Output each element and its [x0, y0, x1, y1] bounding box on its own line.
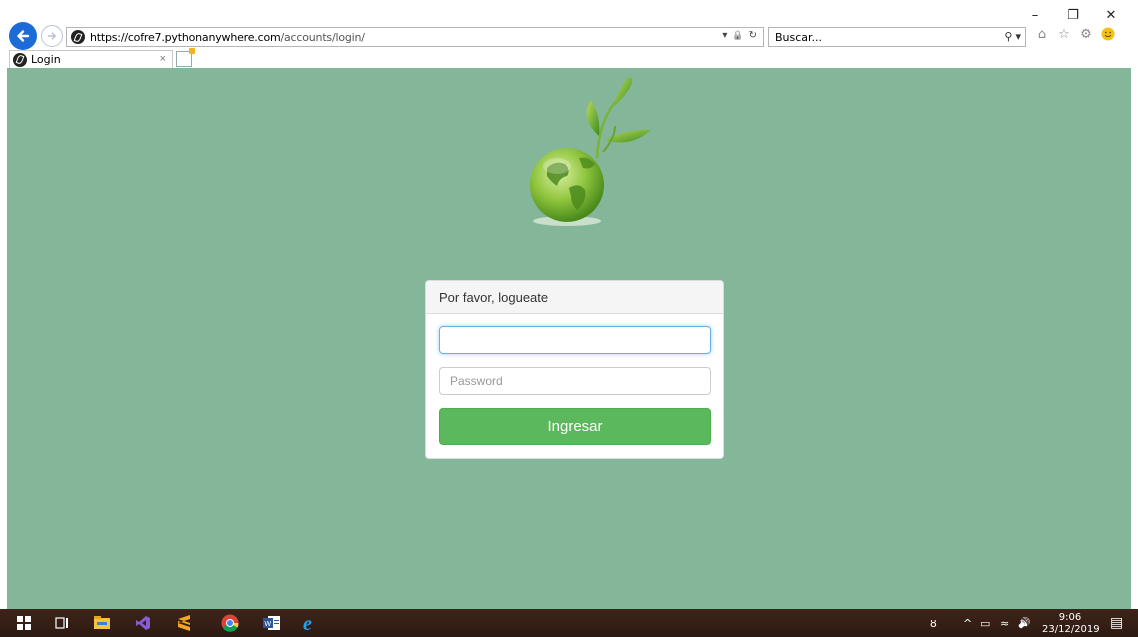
url-domain: https://cofre7.pythonanywhere.com	[90, 30, 281, 44]
address-dropdown-icon[interactable]: ▾	[722, 30, 727, 41]
url-path: /accounts/login/	[280, 30, 365, 44]
page-content: Por favor, logueate Ingresar	[7, 68, 1131, 609]
svg-text:W: W	[265, 621, 272, 628]
notifications-icon[interactable]: ▤	[1110, 609, 1123, 637]
search-tools: ⚲ ▾	[1004, 30, 1021, 43]
login-heading: Por favor, logueate	[426, 281, 723, 314]
login-panel: Por favor, logueate Ingresar	[425, 280, 724, 459]
task-view-icon[interactable]	[52, 613, 72, 633]
visual-studio-icon[interactable]	[133, 613, 153, 633]
volume-icon[interactable]: 🔊	[1018, 609, 1030, 637]
close-button[interactable]: ✕	[1092, 4, 1130, 26]
window-controls: – ❐ ✕	[1016, 4, 1130, 26]
refresh-icon[interactable]: ↻	[749, 30, 757, 41]
tab-login[interactable]: Login ×	[9, 50, 173, 68]
show-hidden-icons-chevron-icon[interactable]: ^	[963, 609, 972, 637]
settings-gear-icon[interactable]: ⚙	[1078, 26, 1094, 42]
home-icon[interactable]: ⌂	[1034, 26, 1050, 42]
new-tab-button[interactable]	[176, 48, 195, 67]
windows-taskbar: W e ȣ ^ ▭ ≈ 🔊 9:06 23/12/2019 ▤	[0, 609, 1138, 637]
sublime-text-icon[interactable]	[174, 613, 194, 633]
people-icon[interactable]: ȣ	[930, 609, 937, 637]
battery-icon[interactable]: ▭	[980, 609, 990, 637]
internet-explorer-icon[interactable]: e	[300, 611, 324, 635]
restore-button[interactable]: ❐	[1054, 4, 1092, 26]
forward-button[interactable]	[41, 25, 63, 47]
svg-text:e: e	[303, 613, 312, 633]
password-input[interactable]	[439, 367, 711, 395]
start-windows-icon[interactable]	[14, 613, 34, 633]
clock-date: 23/12/2019	[1042, 624, 1100, 635]
search-dropdown-icon[interactable]: ▾	[1015, 30, 1021, 43]
globe-leaves-logo	[530, 78, 651, 226]
browser-toolbar: ⌂ ☆ ⚙	[1034, 26, 1116, 42]
lock-icon[interactable]: 🔒	[732, 31, 743, 41]
address-url[interactable]: https://cofre7.pythonanywhere.com/accoun…	[90, 31, 365, 44]
smiley-feedback-icon[interactable]	[1100, 26, 1116, 42]
wifi-icon[interactable]: ≈	[1000, 609, 1009, 637]
back-button[interactable]	[9, 22, 37, 50]
ingresar-button[interactable]: Ingresar	[439, 408, 711, 445]
tab-favicon-icon	[13, 52, 27, 67]
taskbar-clock[interactable]: 9:06 23/12/2019	[1042, 612, 1100, 635]
address-tools: ▾ 🔒 ↻	[722, 30, 757, 41]
clock-time: 9:06	[1058, 612, 1082, 623]
back-arrow-icon	[17, 30, 30, 42]
browser-search-input[interactable]	[769, 30, 994, 44]
chrome-icon[interactable]	[220, 613, 240, 633]
username-input[interactable]	[439, 326, 711, 354]
address-bar[interactable]: https://cofre7.pythonanywhere.com/accoun…	[66, 27, 764, 47]
tab-label: Login	[31, 53, 61, 66]
browser-search-box: ⚲ ▾	[768, 27, 1026, 47]
file-explorer-icon[interactable]	[92, 613, 112, 633]
browser-chrome: – ❐ ✕ https://cofre7.pythonanywhere.com/…	[0, 0, 1138, 68]
minimize-button[interactable]: –	[1016, 4, 1054, 26]
favorites-star-icon[interactable]: ☆	[1056, 26, 1072, 42]
word-icon[interactable]: W	[262, 613, 282, 633]
tab-close-icon[interactable]: ×	[160, 53, 166, 65]
search-icon[interactable]: ⚲	[1004, 30, 1012, 43]
forward-arrow-icon	[48, 32, 57, 40]
site-favicon-icon	[71, 30, 85, 44]
